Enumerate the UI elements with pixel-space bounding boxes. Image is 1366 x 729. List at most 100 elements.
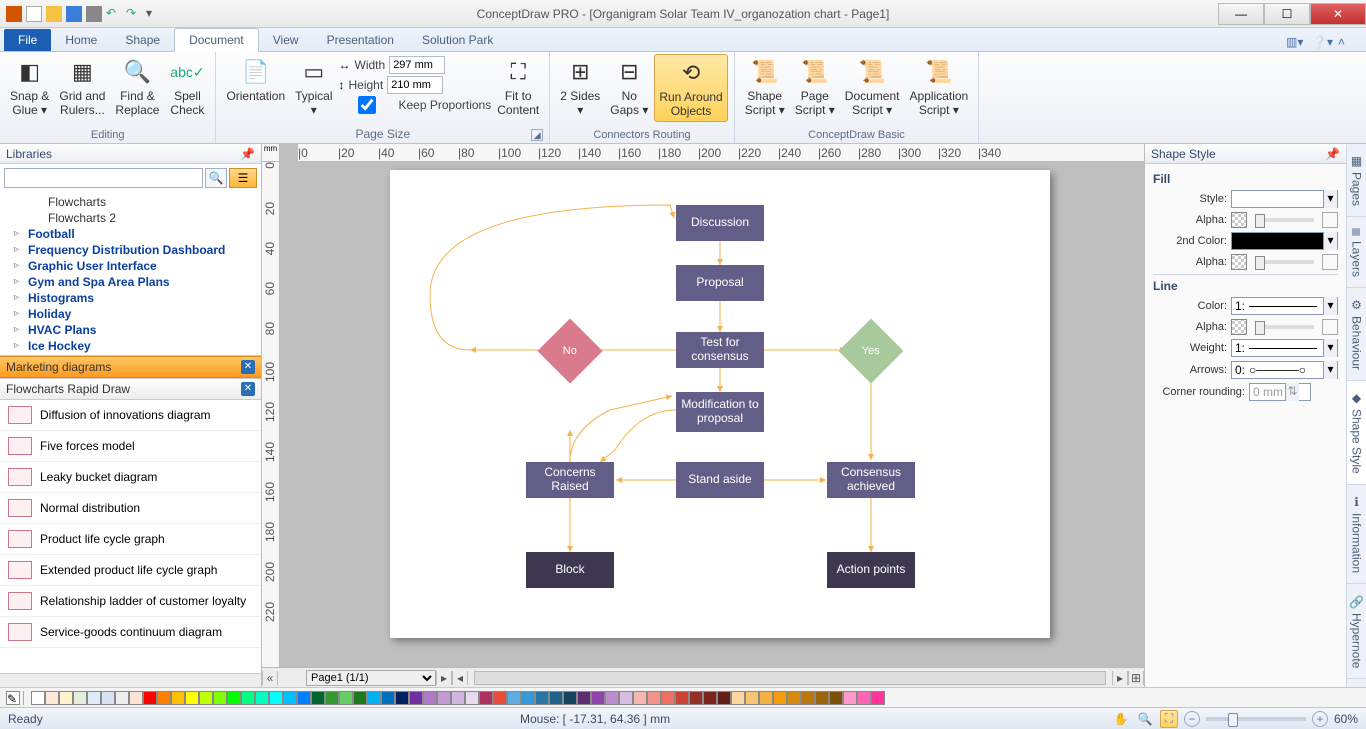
- color-swatch[interactable]: [661, 691, 675, 705]
- alpha-reset-icon[interactable]: [1322, 212, 1338, 228]
- color-swatch[interactable]: [227, 691, 241, 705]
- grid-rulers-button[interactable]: ▦Grid and Rulers...: [55, 54, 109, 120]
- node-no[interactable]: No: [547, 328, 593, 374]
- window-list-icon[interactable]: ▥▾: [1286, 35, 1302, 51]
- close-button[interactable]: ✕: [1310, 3, 1366, 25]
- shape-item[interactable]: Extended product life cycle graph: [0, 555, 261, 586]
- corner-rounding-input[interactable]: 0 mm⇅: [1249, 383, 1311, 401]
- sidetab-pages[interactable]: ▦Pages: [1347, 144, 1366, 217]
- library-search-button[interactable]: 🔍: [205, 168, 227, 188]
- node-proposal[interactable]: Proposal: [676, 265, 764, 301]
- color-swatch[interactable]: [801, 691, 815, 705]
- color-swatch[interactable]: [59, 691, 73, 705]
- color-swatch[interactable]: [479, 691, 493, 705]
- tab-file[interactable]: File: [4, 29, 51, 51]
- tab-view[interactable]: View: [259, 29, 313, 51]
- arrows-dropdown[interactable]: 0:○─────○▾: [1231, 361, 1338, 379]
- color-swatch[interactable]: [255, 691, 269, 705]
- alpha-reset-icon[interactable]: [1322, 319, 1338, 335]
- color-swatch[interactable]: [339, 691, 353, 705]
- shape-item[interactable]: Leaky bucket diagram: [0, 462, 261, 493]
- color-swatch[interactable]: [381, 691, 395, 705]
- undo-icon[interactable]: ↶: [106, 6, 122, 22]
- sidetab-shape-style[interactable]: ◆Shape Style: [1347, 381, 1366, 485]
- minimize-button[interactable]: —: [1218, 3, 1264, 25]
- shape-item[interactable]: Product life cycle graph: [0, 524, 261, 555]
- tree-item[interactable]: ▹HVAC Plans: [0, 322, 261, 338]
- tree-item[interactable]: ▹Graphic User Interface: [0, 258, 261, 274]
- page-first[interactable]: «: [262, 671, 278, 685]
- color-swatch[interactable]: [73, 691, 87, 705]
- no-gaps-button[interactable]: ⊟No Gaps ▾: [606, 54, 652, 120]
- color-swatch[interactable]: [521, 691, 535, 705]
- second-alpha-slider[interactable]: [1255, 260, 1314, 264]
- help-icon[interactable]: ❔▾: [1312, 35, 1328, 51]
- color-swatch[interactable]: [745, 691, 759, 705]
- color-swatch[interactable]: [647, 691, 661, 705]
- zoom-slider[interactable]: [1206, 717, 1306, 721]
- tab-presentation[interactable]: Presentation: [313, 29, 408, 51]
- color-swatch[interactable]: [241, 691, 255, 705]
- canvas-hscroll-right[interactable]: ▸: [1112, 671, 1128, 685]
- color-swatch[interactable]: [815, 691, 829, 705]
- color-swatch[interactable]: [157, 691, 171, 705]
- color-swatch[interactable]: [31, 691, 45, 705]
- tab-document[interactable]: Document: [174, 28, 259, 52]
- color-swatch[interactable]: [689, 691, 703, 705]
- accordion-marketing[interactable]: Marketing diagrams✕: [0, 356, 261, 378]
- sidetab-behaviour[interactable]: ⚙Behaviour: [1347, 288, 1366, 381]
- fill-style-dropdown[interactable]: ▾: [1231, 190, 1338, 208]
- shape-item[interactable]: Relationship ladder of customer loyalty: [0, 586, 261, 617]
- pan-tool-icon[interactable]: ✋: [1112, 710, 1130, 728]
- width-input[interactable]: [389, 56, 445, 74]
- color-swatch[interactable]: [129, 691, 143, 705]
- keep-proportions-checkbox[interactable]: [339, 96, 395, 114]
- tree-item[interactable]: ▹Football: [0, 226, 261, 242]
- snap-glue-button[interactable]: ◧Snap & Glue ▾: [6, 54, 53, 120]
- library-tree[interactable]: Flowcharts Flowcharts 2 ▹Football ▹Frequ…: [0, 192, 261, 356]
- alpha-reset-icon[interactable]: [1322, 254, 1338, 270]
- node-stand-aside[interactable]: Stand aside: [676, 462, 764, 498]
- color-swatch[interactable]: [857, 691, 871, 705]
- tree-item[interactable]: Flowcharts: [0, 194, 261, 210]
- color-swatch[interactable]: [507, 691, 521, 705]
- second-color-dropdown[interactable]: ▾: [1231, 232, 1338, 250]
- shape-list[interactable]: Diffusion of innovations diagram Five fo…: [0, 400, 261, 673]
- node-block[interactable]: Block: [526, 552, 614, 588]
- save-icon[interactable]: [66, 6, 82, 22]
- library-view-toggle[interactable]: ☰: [229, 168, 257, 188]
- node-consensus[interactable]: Consensus achieved: [827, 462, 915, 498]
- color-swatch[interactable]: [703, 691, 717, 705]
- color-swatch[interactable]: [213, 691, 227, 705]
- height-input[interactable]: [387, 76, 443, 94]
- color-swatch[interactable]: [269, 691, 283, 705]
- typical-button[interactable]: ▭Typical ▾: [291, 54, 336, 120]
- node-discussion[interactable]: Discussion: [676, 205, 764, 241]
- tree-item[interactable]: ▹Holiday: [0, 306, 261, 322]
- zoom-tool-icon[interactable]: 🔍: [1136, 710, 1154, 728]
- split-icon[interactable]: ⊞: [1128, 671, 1144, 685]
- color-swatch[interactable]: [619, 691, 633, 705]
- close-icon[interactable]: ✕: [241, 382, 255, 396]
- color-swatch[interactable]: [549, 691, 563, 705]
- tab-home[interactable]: Home: [51, 29, 111, 51]
- document-script-button[interactable]: 📜Document Script ▾: [841, 54, 904, 120]
- shape-item[interactable]: Five forces model: [0, 431, 261, 462]
- redo-icon[interactable]: ↷: [126, 6, 142, 22]
- tree-item[interactable]: ▹Histograms: [0, 290, 261, 306]
- color-swatch[interactable]: [577, 691, 591, 705]
- color-swatch[interactable]: [283, 691, 297, 705]
- color-swatch[interactable]: [773, 691, 787, 705]
- node-concerns[interactable]: Concerns Raised: [526, 462, 614, 498]
- fit-tool-icon[interactable]: ⛶: [1160, 710, 1178, 728]
- color-swatch[interactable]: [395, 691, 409, 705]
- color-swatch[interactable]: [717, 691, 731, 705]
- tree-item[interactable]: ▹Ice Hockey: [0, 338, 261, 354]
- fit-to-content-button[interactable]: ⛶Fit to Content: [493, 54, 543, 120]
- color-swatch[interactable]: [829, 691, 843, 705]
- node-yes[interactable]: Yes: [848, 328, 894, 374]
- color-swatch[interactable]: [731, 691, 745, 705]
- color-swatch[interactable]: [199, 691, 213, 705]
- sidetab-hypernote[interactable]: 🔗Hypernote: [1347, 584, 1366, 679]
- color-swatch[interactable]: [325, 691, 339, 705]
